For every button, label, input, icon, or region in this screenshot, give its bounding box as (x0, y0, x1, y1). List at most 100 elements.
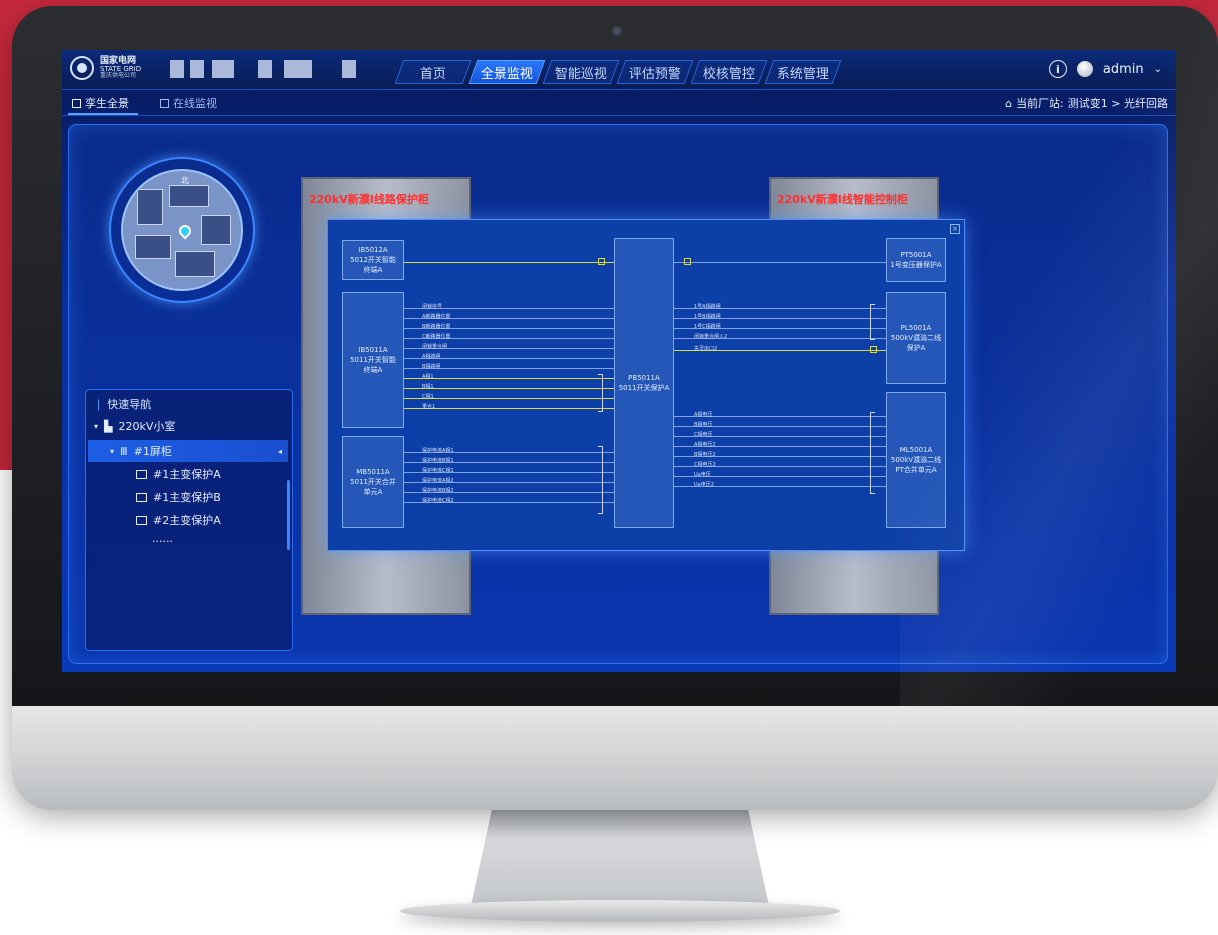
caret-down-icon: ▾ (110, 446, 115, 456)
device-label: ML5001A 500kV濮渝二线 PT合并单元A (890, 446, 942, 474)
device-label: IB5011A 5011开关智能 终端A (350, 346, 396, 374)
device-pt5001a[interactable]: PT5001A 1号变压器保护A (886, 238, 946, 282)
map-room (201, 215, 231, 245)
logo-line3: 重庆供电公司 (100, 72, 137, 79)
signal-label: B断路器位置 (422, 324, 451, 330)
signal-label: 保护电流B相1 (422, 458, 454, 464)
signal-label: C断路器位置 (422, 334, 451, 340)
quick-nav-panel: ❘ 快速导航 ▾ ▙ 220kV小室 ▾ Ⅲ #1屏柜 ◂ #1主变保护A #1… (85, 389, 293, 651)
redacted-title (170, 60, 184, 78)
signal-label: 保护电流B相2 (422, 488, 454, 494)
bracket (870, 412, 875, 494)
app-screen: 国家电网 STATE GRID 重庆供电公司 首页 全景监视 智能巡视 评估预警… (62, 50, 1176, 672)
signal-label: A相电压2 (694, 442, 716, 448)
signal-label: C相电压2 (694, 462, 716, 468)
nav-patrol[interactable]: 智能巡视 (542, 60, 620, 84)
device-pl5001a[interactable]: PL5001A 500kV濮渝二线 保护A (886, 292, 946, 384)
monitor-stand-base (400, 900, 840, 922)
signal-label: C相电压 (694, 432, 713, 438)
tree-node-device[interactable]: #1主变保护B (136, 489, 221, 505)
tree-node-more: ...... (152, 532, 173, 545)
bracket (870, 304, 875, 340)
device-icon (136, 515, 147, 525)
device-label: PB5011A 5011开关保护A (618, 374, 670, 392)
main-nav: 首页 全景监视 智能巡视 评估预警 校核管控 系统管理 (394, 60, 842, 84)
link-wire (404, 378, 614, 379)
building-icon: ▙ (104, 419, 113, 433)
link-wire (404, 408, 614, 409)
caret-down-icon: ▾ (94, 421, 99, 431)
device-ib5012a[interactable]: IB5012A 5012开关智能 终端A (342, 240, 404, 280)
signal-label: A相1 (422, 374, 434, 380)
nav-verify[interactable]: 校核管控 (690, 60, 768, 84)
link-wire (404, 262, 614, 263)
calendar-icon (160, 98, 169, 108)
signal-label: A相电压 (694, 412, 713, 418)
cabinet-left-title: 220kV新濮I线路保护柜 (309, 193, 429, 206)
cabinet-right-title: 220kV新濮I线智能控制柜 (777, 193, 908, 206)
close-icon[interactable]: × (950, 224, 960, 234)
info-icon[interactable]: i (1048, 60, 1067, 78)
device-pb5011a[interactable]: PB5011A 5011开关保护A (614, 238, 674, 528)
signal-label: 失灵出口2 (694, 346, 718, 352)
nav-home[interactable]: 首页 (394, 60, 472, 84)
device-label: PL5001A 500kV濮渝二线 保护A (890, 324, 942, 352)
quick-nav-title: ❘ 快速导航 (94, 397, 152, 412)
tree-node-room[interactable]: ▾ ▙ 220kV小室 (94, 418, 175, 434)
tab-twin-panorama[interactable]: 孪生全景 (72, 95, 129, 111)
device-icon (136, 469, 147, 479)
signal-label: 闭锁重合闸入2 (694, 334, 728, 340)
home-icon[interactable]: ⌂ (1005, 97, 1012, 110)
avatar[interactable] (1076, 61, 1093, 77)
logo-text: 国家电网 STATE GRID 重庆供电公司 (100, 57, 141, 79)
device-ib5011a[interactable]: IB5011A 5011开关智能 终端A (342, 292, 404, 428)
link-switch-icon (598, 258, 605, 265)
device-icon (136, 492, 147, 502)
tree-node-device[interactable]: #1主变保护A (136, 466, 221, 482)
device-ml5001a[interactable]: ML5001A 500kV濮渝二线 PT合并单元A (886, 392, 946, 528)
map-room (137, 189, 163, 225)
monitor-chin (12, 706, 1218, 810)
bracket (598, 446, 603, 514)
link-wire (404, 398, 614, 399)
main-panel: 北 ❘ 快速导航 ▾ ▙ 220kV小室 ▾ Ⅲ #1屏柜 ◂ #1主变保护A (68, 124, 1168, 664)
signal-label: 1号C相跳闸 (694, 324, 721, 330)
signal-label: 闭锁信号 (422, 304, 443, 310)
signal-label: 重合1 (422, 404, 436, 410)
tree-node-device[interactable]: #2主变保护A (136, 512, 221, 528)
link-switch-icon (684, 258, 691, 265)
active-tab-underline (68, 113, 138, 115)
signal-label: Ua电压2 (694, 482, 714, 488)
link-wire (404, 388, 614, 389)
chevron-down-icon[interactable]: ⌄ (1154, 64, 1162, 75)
signal-label: B相1 (422, 384, 434, 390)
location-pin-icon (176, 222, 194, 240)
map-room (169, 185, 209, 207)
list-icon (72, 98, 81, 108)
top-bar: 国家电网 STATE GRID 重庆供电公司 首页 全景监视 智能巡视 评估预警… (62, 50, 1176, 90)
bolt-icon: ❘ (94, 397, 104, 411)
scrollbar[interactable] (287, 480, 290, 550)
signal-label: A断路器位置 (422, 314, 451, 320)
monitor-stand-neck (470, 800, 770, 910)
device-label: MB5011A 5011开关合并 单元A (350, 468, 396, 496)
signal-label: 1号A相跳闸 (694, 304, 721, 310)
device-mb5011a[interactable]: MB5011A 5011开关合并 单元A (342, 436, 404, 528)
map-room (175, 251, 215, 277)
redacted-title (212, 60, 234, 78)
redacted-title (190, 60, 204, 78)
collapse-arrow-icon[interactable]: ◂ (278, 447, 282, 456)
nav-system[interactable]: 系统管理 (764, 60, 842, 84)
nav-warning[interactable]: 评估预警 (616, 60, 694, 84)
tab-online-monitor[interactable]: 在线监视 (160, 95, 217, 111)
sub-nav-bar: 孪生全景 在线监视 ⌂ 当前厂站: 测试变1 > 光纤回路 (62, 90, 1176, 116)
signal-label: 保护电流C相2 (422, 498, 454, 504)
breadcrumb-path[interactable]: 测试变1 > 光纤回路 (1068, 95, 1168, 111)
device-label: PT5001A 1号变压器保护A (890, 251, 942, 269)
username[interactable]: admin (1103, 62, 1144, 77)
signal-label: 1号B相跳闸 (694, 314, 721, 320)
signal-label: B相电压2 (694, 452, 716, 458)
nav-panorama[interactable]: 全景监视 (468, 60, 546, 84)
minimap[interactable]: 北 (121, 169, 243, 291)
tree-node-cabinet[interactable]: ▾ Ⅲ #1屏柜 ◂ (88, 440, 288, 462)
